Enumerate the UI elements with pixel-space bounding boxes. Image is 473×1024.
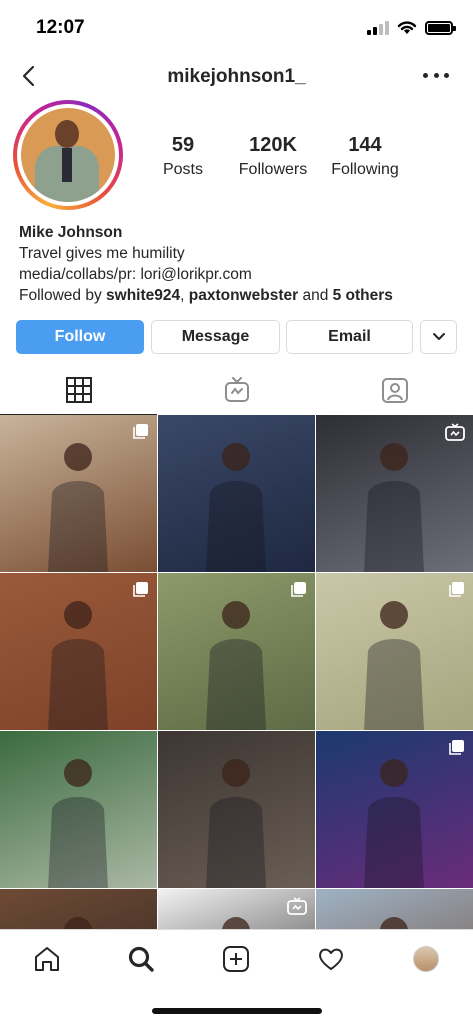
followers-count-label: Followers [238, 161, 308, 178]
search-tab[interactable] [126, 944, 156, 974]
tab-igtv[interactable] [158, 366, 315, 414]
followed-by-user[interactable]: paxtonwebster [189, 287, 298, 304]
posts-count-value: 59 [171, 134, 195, 156]
tab-tagged[interactable] [316, 366, 473, 414]
profile-username-title: mikejohnson1_ [167, 66, 306, 87]
bio-line: Travel gives me humility [19, 245, 185, 262]
profile-avatar[interactable] [13, 100, 123, 210]
grid-post-tile[interactable] [158, 731, 315, 888]
email-button[interactable]: Email [286, 320, 413, 354]
status-icons [367, 20, 456, 35]
bio-contact-line: media/collabs/pr: lori@lorikpr.com [19, 266, 252, 283]
posts-grid [0, 415, 473, 929]
add-post-icon [223, 946, 249, 972]
home-icon [35, 947, 59, 971]
followed-by-user[interactable]: swhite924 [106, 287, 180, 304]
profile-full-name: Mike Johnson [19, 224, 123, 241]
status-bar: 12:07 [0, 0, 473, 58]
bottom-navigation-bar [0, 929, 473, 989]
grid-post-tile[interactable] [0, 573, 157, 730]
posts-count: 59 Posts [155, 134, 211, 179]
post-photo [206, 443, 266, 572]
status-time: 12:07 [36, 17, 85, 38]
carousel-multiple-icon [449, 582, 464, 597]
grid-post-tile[interactable] [0, 731, 157, 888]
followed-by-and: and [298, 287, 333, 304]
profile-bio: Mike Johnson Travel gives me humility me… [19, 222, 459, 306]
home-indicator [152, 1008, 322, 1014]
grid-post-tile[interactable] [158, 415, 315, 572]
activity-tab[interactable] [316, 944, 346, 974]
profile-tabs [0, 366, 473, 416]
following-count-label: Following [331, 161, 399, 178]
following-count[interactable]: 144 Following [326, 134, 404, 179]
post-photo [48, 759, 108, 888]
igtv-icon [224, 377, 249, 402]
grid-post-tile[interactable] [316, 415, 473, 572]
tagged-icon [381, 378, 408, 403]
grid-post-tile[interactable] [316, 731, 473, 888]
wifi-icon [397, 21, 417, 34]
grid-icon [65, 377, 92, 403]
grid-post-tile[interactable] [0, 415, 157, 572]
search-icon [128, 946, 154, 972]
grid-post-tile[interactable] [158, 889, 315, 929]
followed-by[interactable]: Followed by swhite924, paxtonwebster and… [19, 285, 459, 306]
profile-avatar-icon [413, 946, 439, 972]
carousel-multiple-icon [133, 582, 148, 597]
post-photo [64, 917, 92, 929]
igtv-video-icon [445, 423, 465, 441]
igtv-video-icon [287, 897, 307, 915]
chevron-down-icon [432, 333, 445, 340]
followers-count-value: 120K [249, 134, 297, 156]
grid-post-tile[interactable] [0, 889, 157, 929]
followed-by-prefix: Followed by [19, 287, 107, 304]
profile-header: mikejohnson1_ [0, 58, 473, 94]
carousel-multiple-icon [291, 582, 306, 597]
following-count-value: 144 [348, 134, 382, 156]
battery-icon [425, 20, 456, 35]
posts-count-label: Posts [162, 161, 203, 178]
activity-heart-icon [319, 948, 343, 970]
tab-posts-grid[interactable] [0, 366, 157, 414]
grid-post-tile[interactable] [158, 573, 315, 730]
grid-post-tile[interactable] [316, 573, 473, 730]
followers-count[interactable]: 120K Followers [234, 134, 312, 179]
more-options-icon[interactable] [423, 64, 449, 86]
post-photo [206, 759, 266, 888]
avatar-photo [21, 108, 115, 202]
followed-by-others[interactable]: 5 others [333, 287, 393, 304]
follow-button[interactable]: Follow [16, 320, 144, 354]
followed-by-separator: , [180, 287, 189, 304]
carousel-multiple-icon [133, 424, 148, 439]
new-post-tab[interactable] [221, 944, 251, 974]
post-photo [380, 917, 408, 929]
grid-post-tile[interactable] [316, 889, 473, 929]
home-tab[interactable] [32, 944, 62, 974]
message-button[interactable]: Message [151, 320, 280, 354]
carousel-multiple-icon [449, 740, 464, 755]
suggested-accounts-button[interactable] [420, 320, 457, 354]
profile-tab[interactable] [411, 944, 441, 974]
cellular-signal-icon [367, 20, 389, 35]
